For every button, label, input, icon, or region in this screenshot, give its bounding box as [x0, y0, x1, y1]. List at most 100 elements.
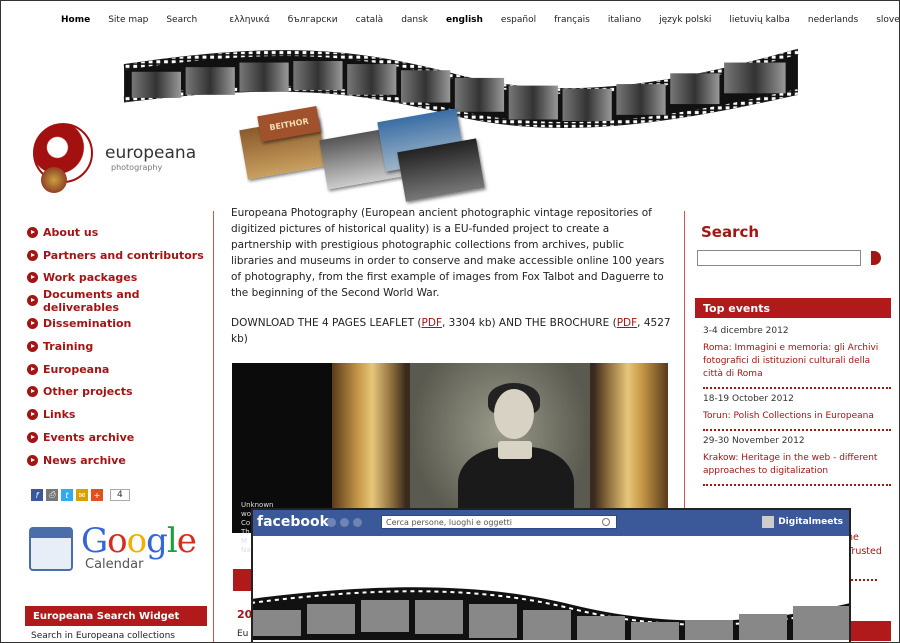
event-partial-line: he	[847, 532, 859, 543]
nav-label: Documents and deliverables	[43, 287, 140, 314]
nav-other-projects[interactable]: Other projects	[27, 381, 217, 404]
facebook-search-placeholder: Cerca persone, luoghi e oggetti	[386, 518, 512, 527]
nav-training[interactable]: Training	[27, 335, 217, 358]
logo-seal-icon	[41, 167, 67, 193]
facebook-topbar: facebook Cerca persone, luoghi e oggetti…	[253, 510, 849, 536]
facebook-share-icon[interactable]: f	[31, 489, 43, 501]
facebook-user[interactable]: Digitalmeets	[762, 516, 843, 528]
event-separator	[703, 387, 891, 389]
search-go-icon[interactable]	[869, 250, 883, 266]
facebook-cover-film-strip	[253, 587, 849, 640]
email-icon[interactable]: ✉	[76, 489, 88, 501]
portrait-collar	[498, 441, 532, 459]
nav-label: Events archive	[43, 431, 135, 445]
nav-partners[interactable]: Partners and contributors	[27, 244, 217, 267]
arrow-bullet-icon	[27, 432, 38, 444]
search-icon[interactable]	[602, 518, 610, 526]
lang-spanish[interactable]: español	[501, 15, 536, 25]
event-link[interactable]: Krakow: Heritage in the web - different …	[703, 452, 891, 478]
lang-english[interactable]: english	[446, 15, 483, 25]
nav-events-archive[interactable]: Events archive	[27, 426, 217, 449]
arrow-bullet-icon	[27, 386, 38, 398]
calendar-icon	[29, 527, 73, 571]
slider-control[interactable]	[233, 569, 251, 591]
search-input[interactable]	[697, 250, 861, 266]
lang-french[interactable]: français	[554, 15, 590, 25]
calendar-label: Calendar	[85, 557, 144, 572]
lang-italian[interactable]: italiano	[608, 15, 641, 25]
nav-links[interactable]: Links	[27, 403, 217, 426]
twitter-icon[interactable]: t	[61, 489, 73, 501]
facebook-logo[interactable]: facebook	[257, 514, 329, 530]
logo-name: europeana	[105, 143, 197, 163]
event-separator	[703, 484, 891, 486]
nav-europeana[interactable]: Europeana	[27, 358, 217, 381]
event-separator	[703, 429, 891, 431]
search-widget-subtitle: Search in Europeana collections	[31, 631, 175, 641]
arrow-bullet-icon	[27, 249, 38, 261]
messages-icon[interactable]	[340, 518, 349, 527]
leaflet-pdf-link[interactable]: PDF	[422, 317, 442, 329]
avatar	[762, 516, 775, 528]
event-separator	[847, 579, 877, 581]
nav-label: Training	[43, 339, 94, 353]
arrow-bullet-icon	[27, 272, 38, 284]
arrow-bullet-icon	[27, 295, 38, 307]
download-paragraph: DOWNLOAD THE 4 PAGES LEAFLET (PDF, 3304 …	[231, 315, 671, 347]
nav-dissemination[interactable]: Dissemination	[27, 312, 217, 335]
facebook-notification-icons	[327, 518, 362, 527]
lang-dutch[interactable]: nederlands	[808, 15, 858, 25]
nav-work-packages[interactable]: Work packages	[27, 267, 217, 290]
intro-paragraph: Europeana Photography (European ancient …	[231, 207, 665, 299]
event-link[interactable]: Torun: Polish Collections in Europeana	[703, 410, 891, 423]
nav-site-map[interactable]: Site map	[108, 15, 148, 25]
nav-documents[interactable]: Documents and deliverables	[27, 287, 217, 314]
arrow-bullet-icon	[27, 340, 38, 352]
event-date: 18-19 October 2012	[703, 394, 794, 404]
lang-danish[interactable]: dansk	[401, 15, 428, 25]
event-date: 3-4 dicembre 2012	[703, 326, 789, 336]
lang-catalan[interactable]: català	[356, 15, 384, 25]
portrait-face	[494, 389, 534, 439]
nav-label: Partners and contributors	[43, 248, 204, 262]
nav-search[interactable]: Search	[166, 15, 197, 25]
brochure-pdf-link[interactable]: PDF	[617, 317, 637, 329]
lang-bulgarian[interactable]: български	[288, 15, 338, 25]
lang-lithuanian[interactable]: lietuvių kalba	[729, 15, 789, 25]
lang-greek[interactable]: ελληνικά	[229, 15, 270, 25]
sidebar-red-block	[847, 621, 891, 641]
event-partial[interactable]: he Trusted	[847, 531, 882, 559]
arrow-bullet-icon	[27, 363, 38, 375]
arrow-bullet-icon	[27, 454, 38, 466]
download-text: , 3304 kb) AND THE BROCHURE (	[442, 317, 617, 329]
left-column-divider	[213, 211, 214, 642]
print-icon[interactable]: ⎙	[46, 489, 58, 501]
nav-label: Work packages	[43, 271, 138, 285]
google-calendar-badge[interactable]: Google Calendar	[29, 521, 209, 577]
lang-slovak[interactable]: slovenčina	[876, 15, 899, 25]
photo-sign-text: BEITHOR	[268, 116, 310, 132]
nav-label: News archive	[43, 453, 126, 467]
nav-label: About us	[43, 225, 99, 239]
europeana-logo[interactable]: europeana photography	[33, 123, 213, 203]
google-wordmark: Google	[81, 521, 197, 561]
lang-polish[interactable]: język polski	[659, 15, 711, 25]
share-count: 4	[110, 489, 130, 501]
nav-news-archive[interactable]: News archive	[27, 449, 217, 472]
friend-requests-icon[interactable]	[327, 518, 336, 527]
arrow-bullet-icon	[27, 409, 38, 421]
search-widget-header: Europeana Search Widget	[25, 606, 207, 626]
nav-label: Other projects	[43, 385, 133, 399]
facebook-username: Digitalmeets	[778, 517, 843, 527]
arrow-bullet-icon	[27, 318, 38, 330]
add-share-icon[interactable]: +	[91, 489, 103, 501]
notifications-icon[interactable]	[353, 518, 362, 527]
facebook-screenshot: facebook Cerca persone, luoghi e oggetti…	[251, 508, 851, 642]
facebook-search-input[interactable]: Cerca persone, luoghi e oggetti	[381, 515, 617, 529]
nav-home[interactable]: Home	[61, 15, 90, 25]
news-text: Eu	[237, 629, 249, 639]
event-link[interactable]: Roma: Immagini e memoria: gli Archivi fo…	[703, 342, 891, 381]
top-events-header: Top events	[695, 298, 891, 318]
nav-about-us[interactable]: About us	[27, 221, 217, 244]
events-list: 3-4 dicembre 2012 Roma: Immagini e memor…	[703, 323, 891, 490]
